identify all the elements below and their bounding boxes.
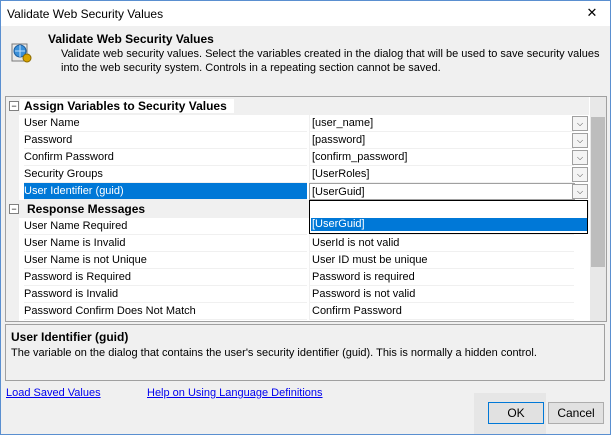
grid-row-security-groups[interactable]: Security Groups [UserRoles] ⌵ (6, 166, 589, 183)
header-description: Validate web security values. Select the… (61, 48, 600, 74)
close-icon[interactable]: ✕ (574, 1, 610, 26)
help-description: The variable on the dialog that contains… (11, 347, 537, 359)
cancel-button[interactable]: Cancel (548, 402, 604, 424)
dialog-header: Validate Web Security Values Validate we… (1, 26, 610, 80)
property-name: Password Confirm Does Not Match (24, 303, 307, 320)
property-name: Password is Invalid (24, 286, 307, 303)
property-value[interactable]: [UserRoles] (309, 166, 574, 183)
help-panel: User Identifier (guid) The variable on t… (5, 324, 605, 381)
chevron-down-icon[interactable]: ⌵ (572, 167, 588, 182)
chevron-down-icon[interactable]: ⌵ (572, 116, 588, 131)
chevron-down-icon[interactable]: ⌵ (572, 150, 588, 165)
dropdown-list[interactable]: [UserGuid] (309, 200, 588, 234)
chevron-down-icon[interactable]: ⌵ (572, 133, 588, 148)
property-name: Password (24, 132, 307, 149)
property-name: User Name (24, 115, 307, 132)
grid-row-password[interactable]: Password [password] ⌵ (6, 132, 589, 149)
property-value[interactable]: [confirm_password] (309, 149, 574, 166)
property-name: User Identifier (guid) (24, 183, 307, 200)
property-name: User Name is Invalid (24, 235, 307, 252)
property-value[interactable]: User ID must be unique (309, 252, 574, 269)
header-title: Validate Web Security Values (48, 32, 214, 46)
window-title: Validate Web Security Values (7, 7, 164, 21)
property-value-select[interactable]: [UserGuid] (309, 183, 575, 200)
title-bar: Validate Web Security Values ✕ (1, 1, 610, 26)
dropdown-option-userguid[interactable]: [UserGuid] (311, 218, 587, 231)
collapse-icon[interactable]: − (9, 101, 19, 111)
grid-row-confirm-password[interactable]: Confirm Password [confirm_password] ⌵ (6, 149, 589, 166)
chevron-down-icon[interactable]: ⌵ (572, 184, 588, 199)
property-name: Security Groups (24, 166, 307, 183)
help-language-link[interactable]: Help on Using Language Definitions (147, 387, 323, 399)
grid-row-password-invalid[interactable]: Password is Invalid Password is not vali… (6, 286, 589, 303)
grid-row-password-required[interactable]: Password is Required Password is require… (6, 269, 589, 286)
property-value[interactable]: [password] (309, 132, 574, 149)
vertical-scrollbar[interactable] (590, 97, 606, 321)
category-assign-variables[interactable]: − Assign Variables to Security Values (6, 97, 589, 115)
ok-button[interactable]: OK (488, 402, 544, 424)
property-name: Password is Required (24, 269, 307, 286)
category-label: Assign Variables to Security Values (20, 99, 234, 113)
grid-row-password-confirm[interactable]: Password Confirm Does Not Match Confirm … (6, 303, 589, 320)
property-value[interactable]: Password is required (309, 269, 574, 286)
web-globe-icon (11, 43, 32, 63)
load-saved-values-link[interactable]: Load Saved Values (6, 387, 101, 399)
property-name: User Name Required (24, 218, 307, 235)
property-value[interactable]: Password is not valid (309, 286, 574, 303)
grid-row-user-name-not-unique[interactable]: User Name is not Unique User ID must be … (6, 252, 589, 269)
property-value[interactable]: UserId is not valid (309, 235, 574, 252)
dropdown-option-empty[interactable] (311, 202, 587, 215)
grid-row-user-name[interactable]: User Name [user_name] ⌵ (6, 115, 589, 132)
property-value[interactable]: [user_name] (309, 115, 574, 132)
grid-row-user-name-invalid[interactable]: User Name is Invalid UserId is not valid (6, 235, 589, 252)
property-name: User Name is not Unique (24, 252, 307, 269)
help-title: User Identifier (guid) (11, 330, 129, 344)
property-value[interactable]: Confirm Password (309, 303, 574, 320)
grid-row-user-identifier[interactable]: User Identifier (guid) [UserGuid] ⌵ (6, 183, 589, 200)
property-name: Confirm Password (24, 149, 307, 166)
category-label: Response Messages (27, 202, 146, 216)
collapse-icon[interactable]: − (9, 204, 19, 214)
scrollbar-thumb[interactable] (591, 117, 605, 267)
